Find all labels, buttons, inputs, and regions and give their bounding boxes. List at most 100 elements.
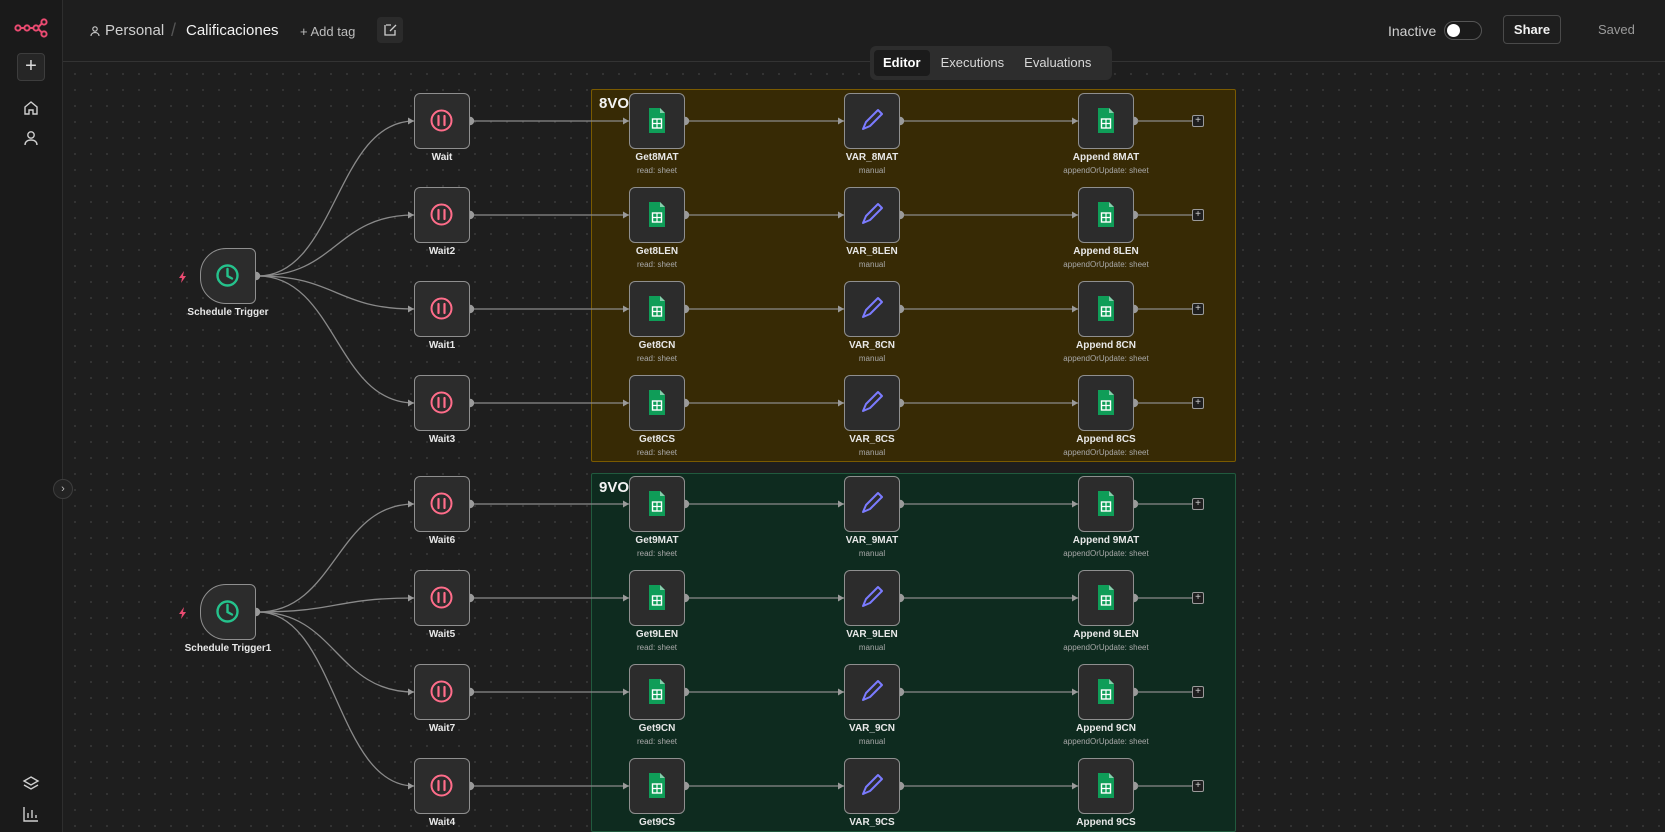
node-label: Get8LEN xyxy=(635,246,679,257)
add-node-button[interactable]: + xyxy=(1192,397,1204,409)
tab-evaluations[interactable]: Evaluations xyxy=(1015,50,1100,76)
node-label: Schedule Trigger1 xyxy=(184,643,272,654)
google-sheets-node[interactable] xyxy=(629,93,685,149)
node-label: VAR_9MAT xyxy=(845,535,899,546)
chevron-right-icon[interactable]: › xyxy=(53,479,73,499)
add-node-button[interactable]: + xyxy=(1192,498,1204,510)
node-label: Get8CN xyxy=(638,340,676,351)
insights-icon[interactable] xyxy=(21,804,41,824)
wait-node[interactable] xyxy=(414,375,470,431)
wait-node[interactable] xyxy=(414,664,470,720)
user-icon[interactable] xyxy=(21,128,41,148)
google-sheets-node[interactable] xyxy=(1078,758,1134,814)
google-sheets-node[interactable] xyxy=(1078,281,1134,337)
google-sheets-icon xyxy=(1098,491,1114,516)
node-label: Wait6 xyxy=(428,535,456,546)
connection-line[interactable] xyxy=(257,503,415,613)
google-sheets-node[interactable] xyxy=(629,187,685,243)
node-label: Get8CS xyxy=(638,434,676,445)
add-tag-button[interactable]: + Add tag xyxy=(300,24,355,39)
add-node-button[interactable]: + xyxy=(1192,686,1204,698)
node-label: Wait2 xyxy=(428,246,456,257)
google-sheets-node[interactable] xyxy=(1078,375,1134,431)
schedule-trigger-node[interactable] xyxy=(200,584,256,640)
wait-node[interactable] xyxy=(414,187,470,243)
google-sheets-node[interactable] xyxy=(629,476,685,532)
set-node[interactable] xyxy=(844,375,900,431)
google-sheets-node[interactable] xyxy=(629,281,685,337)
workflow-canvas[interactable]: 8VO 9VO Schedule Trigger Wait Get8MAT read: s… xyxy=(63,62,1665,832)
add-node-button[interactable]: + xyxy=(1192,780,1204,792)
active-toggle[interactable] xyxy=(1444,21,1482,40)
node-label: Get9CN xyxy=(638,723,676,734)
node-label: Append 8LEN xyxy=(1073,246,1139,257)
tab-executions[interactable]: Executions xyxy=(932,50,1014,76)
node-label: Append 9MAT xyxy=(1072,535,1140,546)
create-button[interactable]: + xyxy=(17,53,45,81)
wait-node[interactable] xyxy=(414,570,470,626)
pause-icon xyxy=(430,586,453,609)
home-icon[interactable] xyxy=(21,98,41,118)
edit-description-button[interactable] xyxy=(377,17,403,43)
clock-icon xyxy=(216,264,239,287)
google-sheets-icon xyxy=(649,202,665,227)
pause-icon xyxy=(430,109,453,132)
wait-node[interactable] xyxy=(414,93,470,149)
wait-node[interactable] xyxy=(414,281,470,337)
google-sheets-icon xyxy=(649,296,665,321)
workflow-name[interactable]: Calificaciones xyxy=(186,22,279,39)
pause-icon xyxy=(430,203,453,226)
node-label: Schedule Trigger xyxy=(187,307,269,318)
set-node[interactable] xyxy=(844,281,900,337)
wait-node[interactable] xyxy=(414,758,470,814)
node-label: Append 8CN xyxy=(1076,340,1136,351)
google-sheets-node[interactable] xyxy=(1078,570,1134,626)
node-label: Append 9LEN xyxy=(1073,629,1139,640)
set-node[interactable] xyxy=(844,187,900,243)
set-node[interactable] xyxy=(844,664,900,720)
google-sheets-node[interactable] xyxy=(1078,93,1134,149)
add-node-button[interactable]: + xyxy=(1192,303,1204,315)
pencil-icon xyxy=(862,586,883,607)
node-label: VAR_8CN xyxy=(849,340,895,351)
set-node[interactable] xyxy=(844,476,900,532)
activation-status: Inactive xyxy=(1388,23,1437,39)
node-subtitle: appendOrUpdate: sheet xyxy=(1063,643,1149,652)
google-sheets-node[interactable] xyxy=(1078,664,1134,720)
clock-icon xyxy=(216,600,239,623)
node-subtitle: read: sheet xyxy=(636,260,678,269)
tab-editor[interactable]: Editor xyxy=(874,50,930,76)
add-node-button[interactable]: + xyxy=(1192,115,1204,127)
pencil-icon xyxy=(862,492,883,513)
node-label: Wait7 xyxy=(428,723,456,734)
templates-icon[interactable] xyxy=(21,774,41,794)
node-label: VAR_9CS xyxy=(849,817,895,828)
google-sheets-icon xyxy=(649,108,665,133)
google-sheets-icon xyxy=(649,585,665,610)
node-subtitle: manual xyxy=(858,737,886,746)
google-sheets-node[interactable] xyxy=(629,758,685,814)
google-sheets-icon xyxy=(649,773,665,798)
add-node-button[interactable]: + xyxy=(1192,592,1204,604)
share-button[interactable]: Share xyxy=(1503,15,1561,44)
google-sheets-node[interactable] xyxy=(1078,476,1134,532)
set-node[interactable] xyxy=(844,93,900,149)
n8n-logo-icon[interactable] xyxy=(14,18,48,38)
google-sheets-node[interactable] xyxy=(629,375,685,431)
set-node[interactable] xyxy=(844,758,900,814)
connection-line[interactable] xyxy=(257,597,415,613)
add-node-button[interactable]: + xyxy=(1192,209,1204,221)
set-node[interactable] xyxy=(844,570,900,626)
google-sheets-node[interactable] xyxy=(1078,187,1134,243)
node-subtitle: read: sheet xyxy=(636,549,678,558)
breadcrumb-owner[interactable]: Personal xyxy=(105,22,164,39)
toggle-knob xyxy=(1447,24,1460,37)
google-sheets-node[interactable] xyxy=(629,570,685,626)
node-subtitle: manual xyxy=(858,643,886,652)
google-sheets-node[interactable] xyxy=(629,664,685,720)
node-label: Get8MAT xyxy=(635,152,679,163)
schedule-trigger-node[interactable] xyxy=(200,248,256,304)
node-subtitle: appendOrUpdate: sheet xyxy=(1063,354,1149,363)
node-subtitle: manual xyxy=(858,260,886,269)
wait-node[interactable] xyxy=(414,476,470,532)
